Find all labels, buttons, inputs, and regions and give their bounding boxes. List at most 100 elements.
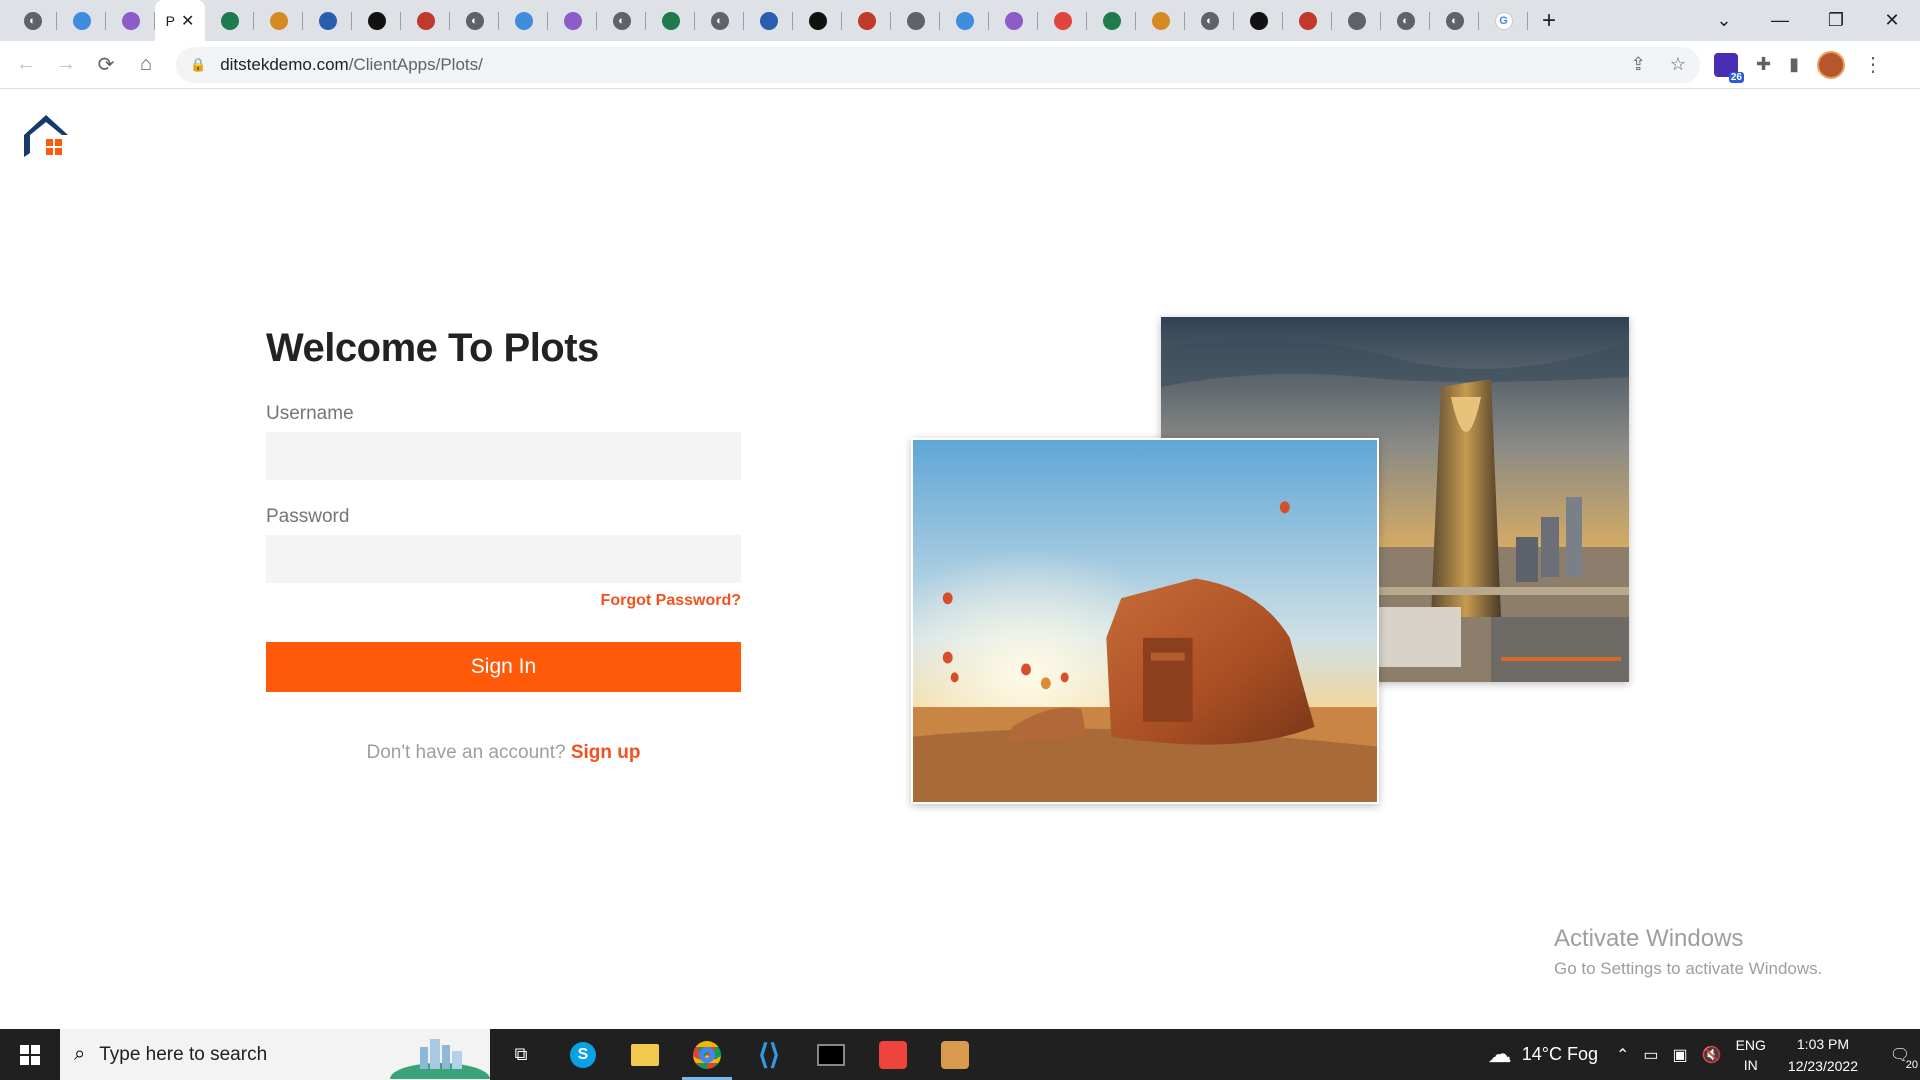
browser-tab[interactable] xyxy=(1038,0,1087,41)
no-account-text: Don't have an account? xyxy=(366,742,566,763)
browser-tab[interactable]: ◐ xyxy=(1381,0,1430,41)
url-path: /ClientApps/Plots/ xyxy=(348,54,483,74)
globe-icon: ◐ xyxy=(710,11,729,30)
side-panel-icon[interactable]: ▮ xyxy=(1789,54,1799,75)
globe-icon: ◐ xyxy=(612,11,631,30)
omnibox-actions: ⇪ ☆ xyxy=(1631,54,1686,75)
app-icon xyxy=(72,11,91,30)
sign-up-link[interactable]: Sign up xyxy=(571,742,641,763)
browser-tab[interactable] xyxy=(352,0,401,41)
network-icon[interactable]: ▣ xyxy=(1673,1045,1688,1065)
windows-logo-icon xyxy=(20,1044,40,1065)
browser-tab[interactable] xyxy=(1332,0,1381,41)
browser-tab[interactable] xyxy=(106,0,155,41)
browser-tab[interactable]: G xyxy=(1479,0,1528,41)
file-explorer-app[interactable] xyxy=(614,1029,676,1080)
clock[interactable]: 1:03 PM 12/23/2022 xyxy=(1788,1033,1858,1077)
taskbar-search-box[interactable]: ⌕ Type here to search xyxy=(60,1029,490,1080)
tab-separator xyxy=(1527,12,1528,30)
forward-button[interactable]: → xyxy=(46,45,86,85)
browser-tab[interactable] xyxy=(1087,0,1136,41)
system-tray: ☁ 14°C Fog ⌃ ▭ ▣ 🔇 ENG IN 1:03 PM 12/23/… xyxy=(1488,1029,1920,1080)
start-button[interactable] xyxy=(0,1029,60,1080)
weather-widget[interactable]: ☁ 14°C Fog xyxy=(1488,1040,1598,1069)
speaker-muted-icon[interactable]: 🔇 xyxy=(1702,1045,1722,1065)
close-window-button[interactable]: ✕ xyxy=(1864,10,1920,31)
browser-tab[interactable] xyxy=(1234,0,1283,41)
clock-time: 1:03 PM xyxy=(1796,1035,1850,1052)
puzzle-icon[interactable]: ✚ xyxy=(1756,54,1771,75)
reload-button[interactable]: ⟳ xyxy=(86,45,126,85)
close-tab-icon[interactable]: ✕ xyxy=(181,11,194,31)
browser-tab[interactable] xyxy=(891,0,940,41)
new-tab-button[interactable]: + xyxy=(1528,0,1570,41)
app-icon xyxy=(759,11,778,30)
url-text: ditstekdemo.com/ClientApps/Plots/ xyxy=(220,55,483,75)
sonos-app[interactable] xyxy=(924,1029,986,1080)
globe-icon: ◐ xyxy=(1445,11,1464,30)
browser-tab[interactable]: ◐ xyxy=(1430,0,1479,41)
browser-tab[interactable] xyxy=(793,0,842,41)
address-bar[interactable]: 🔒 ditstekdemo.com/ClientApps/Plots/ ⇪ ☆ xyxy=(176,46,1700,83)
browser-tab[interactable]: ◐ xyxy=(695,0,744,41)
browser-tab[interactable] xyxy=(401,0,450,41)
browser-tab[interactable] xyxy=(1283,0,1332,41)
browser-tab[interactable] xyxy=(499,0,548,41)
skype-app[interactable]: S xyxy=(552,1029,614,1080)
browser-tab[interactable] xyxy=(254,0,303,41)
weather-text: 14°C Fog xyxy=(1521,1044,1598,1064)
tab-active[interactable]: P ✕ xyxy=(155,0,205,41)
notification-center-button[interactable]: 🗨 20 xyxy=(1880,1045,1920,1071)
browser-tab[interactable]: ◐ xyxy=(8,0,57,41)
chrome-app[interactable] xyxy=(676,1029,738,1080)
share-icon[interactable]: ⇪ xyxy=(1631,54,1646,75)
username-input[interactable] xyxy=(266,432,741,480)
browser-tab[interactable] xyxy=(744,0,793,41)
browser-tab[interactable]: ◐ xyxy=(450,0,499,41)
password-input[interactable] xyxy=(266,535,741,583)
browser-tab[interactable] xyxy=(205,0,254,41)
language-indicator[interactable]: ENG IN xyxy=(1736,1035,1766,1075)
bookmark-star-icon[interactable]: ☆ xyxy=(1670,54,1686,75)
home-button[interactable]: ⌂ xyxy=(126,45,166,85)
forgot-password-link[interactable]: Forgot Password? xyxy=(560,592,741,610)
browser-tab[interactable]: ◐ xyxy=(597,0,646,41)
cloud-fog-icon: ☁ xyxy=(1487,1041,1512,1068)
browser-tab[interactable] xyxy=(57,0,106,41)
vscode-icon: ⟨⟩ xyxy=(758,1039,780,1070)
app-icon xyxy=(121,11,140,30)
browser-tab[interactable] xyxy=(548,0,597,41)
minimize-button[interactable]: — xyxy=(1752,10,1808,31)
restore-button[interactable]: ❐ xyxy=(1808,10,1864,31)
browser-tab[interactable] xyxy=(842,0,891,41)
browser-tab[interactable]: ◐ xyxy=(1185,0,1234,41)
app-icon xyxy=(661,11,680,30)
task-view-button[interactable]: ⧉ xyxy=(490,1029,552,1080)
sign-in-button[interactable]: Sign In xyxy=(266,642,741,692)
app-icon xyxy=(955,11,974,30)
app-icon xyxy=(906,11,925,30)
app-icon xyxy=(416,11,435,30)
browser-tab[interactable] xyxy=(1136,0,1185,41)
city-illustration-icon xyxy=(390,1039,490,1079)
tab-search-icon[interactable]: ⌄ xyxy=(1696,10,1752,31)
vscode-app[interactable]: ⟨⟩ xyxy=(738,1029,800,1080)
tab-list: ◐ P ✕ ◐ ◐ ◐ ◐ ◐ ◐ G xyxy=(0,0,1528,41)
chevron-up-icon[interactable]: ⌃ xyxy=(1616,1045,1629,1065)
browser-tab[interactable] xyxy=(303,0,352,41)
browser-tab[interactable] xyxy=(646,0,695,41)
watermark-heading: Activate Windows xyxy=(1554,925,1744,952)
folder-icon xyxy=(631,1043,659,1066)
back-button[interactable]: ← xyxy=(6,45,46,85)
kebab-menu-icon[interactable]: ⋮ xyxy=(1863,52,1883,77)
browser-tab[interactable] xyxy=(940,0,989,41)
house-logo-icon[interactable] xyxy=(22,113,72,159)
window-controls: ⌄ — ❐ ✕ xyxy=(1696,0,1920,41)
terminal-app[interactable] xyxy=(800,1029,862,1080)
anydesk-app[interactable] xyxy=(862,1029,924,1080)
browser-tab[interactable] xyxy=(989,0,1038,41)
meet-now-icon[interactable]: ▭ xyxy=(1643,1045,1658,1065)
extension-badge-icon[interactable]: 26 xyxy=(1714,52,1744,83)
profile-avatar[interactable] xyxy=(1817,50,1845,79)
google-icon: G xyxy=(1494,11,1513,30)
